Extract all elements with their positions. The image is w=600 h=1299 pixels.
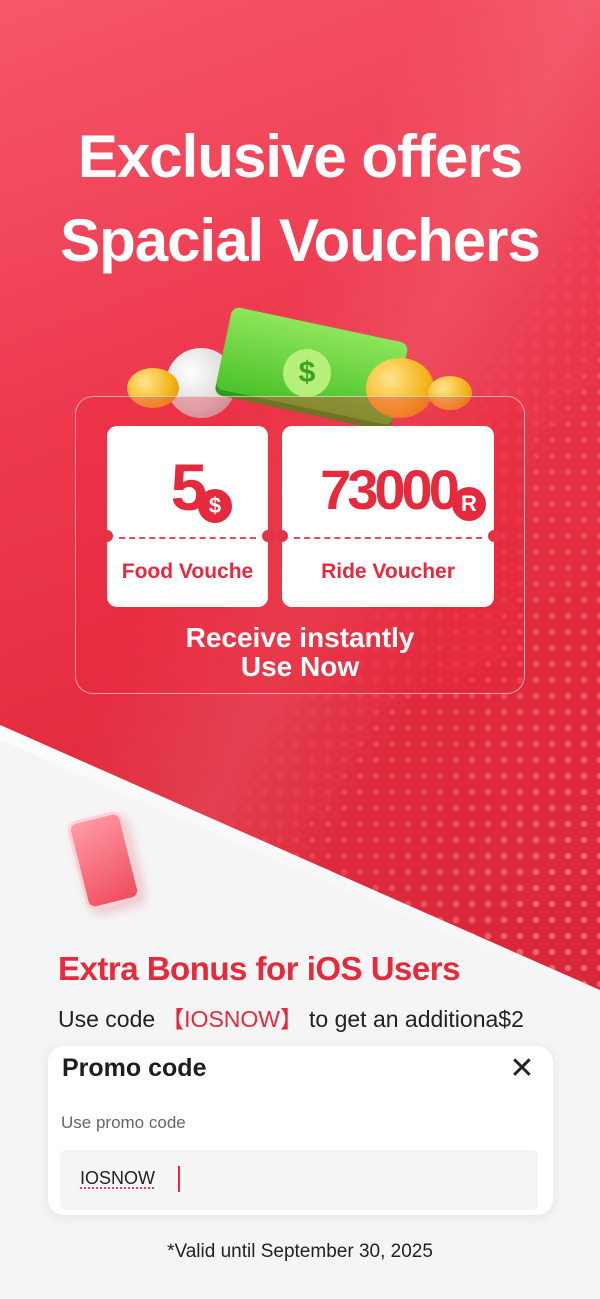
dollar-badge-icon: $ bbox=[198, 489, 232, 523]
validity-note: *Valid until September 30, 2025 bbox=[167, 1241, 433, 1262]
promo-code-card: Promo code ✕ Use promo code IOSNOW bbox=[48, 1046, 553, 1215]
promo-field-label: Use promo code bbox=[61, 1113, 186, 1132]
bonus-text-after: to get an additiona$2 bbox=[309, 1006, 524, 1032]
text-caret bbox=[178, 1166, 180, 1192]
dashed-divider bbox=[119, 537, 256, 539]
promo-input-value: IOSNOW bbox=[80, 1168, 155, 1188]
dashed-divider bbox=[294, 537, 482, 539]
ticket-notch bbox=[262, 530, 274, 542]
hero-title-line1: Exclusive offers bbox=[77, 123, 523, 190]
use-now-button[interactable]: Use Now bbox=[75, 652, 525, 681]
hero-title-line2: Spacial Vouchers bbox=[60, 207, 541, 274]
promo-code-input[interactable]: IOSNOW bbox=[60, 1150, 538, 1210]
phone-icon bbox=[65, 809, 143, 912]
bonus-title: Extra Bonus for iOS Users bbox=[58, 950, 460, 987]
food-voucher-card[interactable]: 5 $ Food Vouche bbox=[101, 426, 274, 607]
promo-card-title: Promo code bbox=[62, 1054, 207, 1082]
dollar-icon: $ bbox=[283, 349, 331, 397]
apple-icon bbox=[76, 838, 125, 850]
voucher-label: Food Vouche bbox=[121, 560, 254, 583]
bonus-text-before: Use code bbox=[58, 1006, 156, 1032]
voucher-amount: 5 bbox=[170, 450, 208, 524]
receive-instantly-text: Receive instantly bbox=[185, 622, 415, 653]
rupiah-badge-icon: R bbox=[452, 487, 486, 521]
ride-voucher-card[interactable]: 73000 R Ride Voucher bbox=[276, 426, 500, 607]
bonus-description: Use code 【IOSNOW】 to get an additiona$2 bbox=[58, 1000, 524, 1034]
ticket-notch bbox=[276, 530, 288, 542]
promo-code-text: 【IOSNOW】 bbox=[161, 1006, 304, 1032]
close-icon[interactable]: ✕ bbox=[508, 1054, 536, 1084]
voucher-label: Ride Voucher bbox=[321, 560, 455, 583]
ticket-notch bbox=[488, 530, 500, 542]
ticket-notch bbox=[101, 530, 113, 542]
